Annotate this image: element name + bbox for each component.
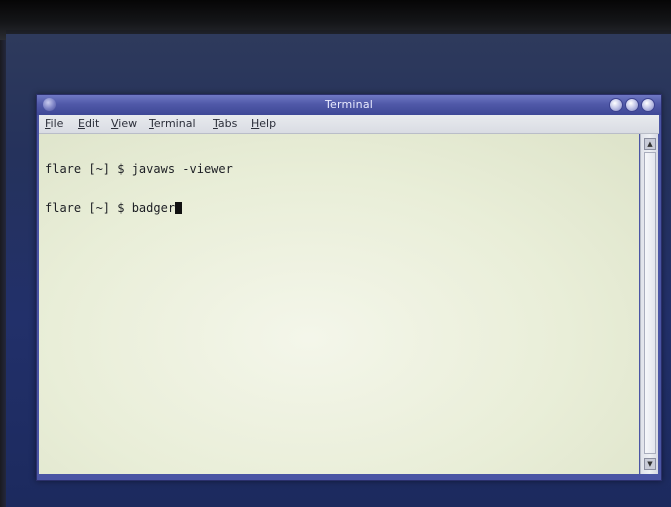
terminal-lines: flare [~] $ javaws -viewer flare [~] $ b…: [45, 137, 233, 241]
terminal-window[interactable]: Terminal File Edit View Terminal Tabs He…: [36, 94, 662, 481]
window-titlebar[interactable]: Terminal: [37, 95, 661, 115]
menu-terminal[interactable]: Terminal: [149, 117, 196, 130]
terminal-line: flare [~] $ javaws -viewer: [45, 162, 233, 176]
menu-file[interactable]: File: [45, 117, 63, 130]
scrollbar-thumb[interactable]: [644, 152, 656, 454]
window-bottom-border: [37, 475, 661, 480]
menu-bar: File Edit View Terminal Tabs Help: [39, 115, 659, 134]
window-title: Terminal: [324, 98, 374, 111]
text-cursor: [175, 202, 183, 214]
maximize-icon[interactable]: [625, 98, 639, 112]
minimize-icon[interactable]: [609, 98, 623, 112]
menu-tabs[interactable]: Tabs: [213, 117, 237, 130]
terminal-line-current: flare [~] $ badger: [45, 202, 233, 215]
arrow-down-icon[interactable]: ▼: [644, 458, 656, 470]
menu-help[interactable]: Help: [251, 117, 276, 130]
terminal-line-text: flare [~] $ badger: [45, 201, 176, 215]
vertical-scrollbar[interactable]: ▲ ▼: [640, 134, 658, 474]
menu-edit[interactable]: Edit: [78, 117, 99, 130]
menu-view[interactable]: View: [111, 117, 137, 130]
terminal-output-area[interactable]: flare [~] $ javaws -viewer flare [~] $ b…: [39, 134, 639, 474]
close-icon[interactable]: [641, 98, 655, 112]
arrow-up-icon[interactable]: ▲: [644, 138, 656, 150]
